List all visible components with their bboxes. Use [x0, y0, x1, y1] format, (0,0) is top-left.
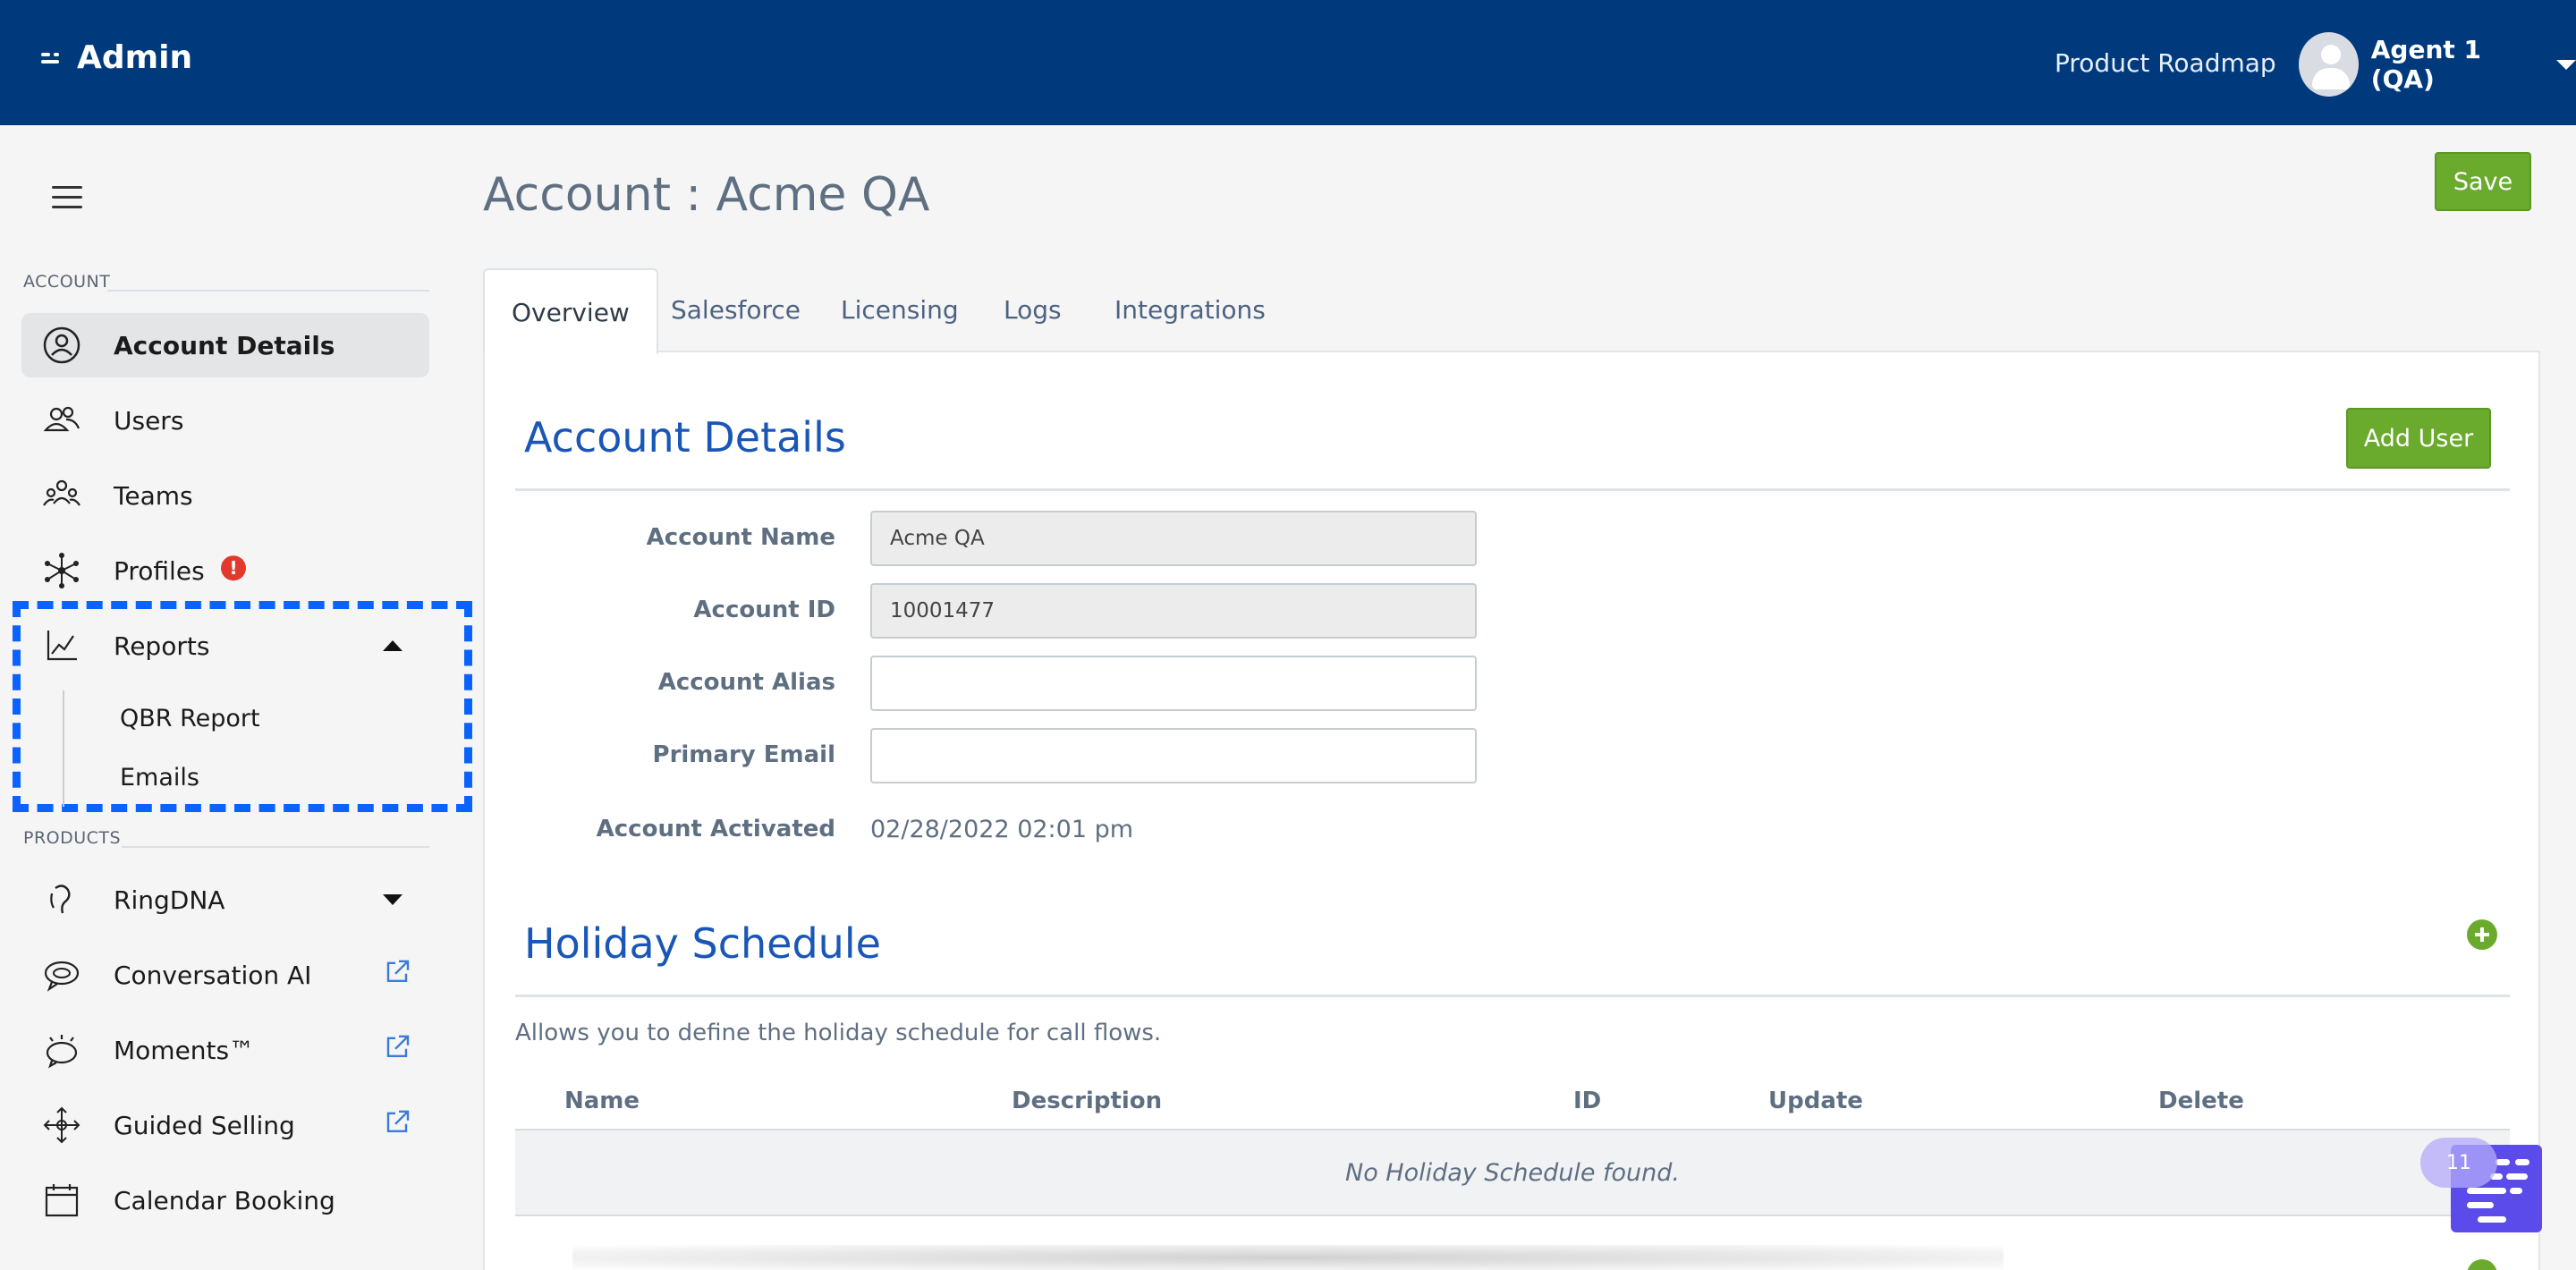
- top-bar: Admin Product Roadmap Agent 1 (QA): [0, 0, 2576, 125]
- products-section-label: PRODUCTS: [23, 828, 122, 848]
- column-header-description: Description: [1012, 1088, 1163, 1114]
- tab-logs[interactable]: Logs: [1004, 268, 1062, 351]
- network-icon: [45, 553, 79, 588]
- column-header-delete: Delete: [2158, 1088, 2244, 1114]
- tab-integrations[interactable]: Integrations: [1114, 268, 1266, 351]
- external-link-icon[interactable]: [383, 1033, 411, 1062]
- account-id-value: 10001477: [890, 599, 996, 622]
- column-header-id: ID: [1573, 1088, 1602, 1114]
- teams-icon: [43, 479, 80, 506]
- primary-email-label: Primary Email: [652, 741, 835, 768]
- primary-email-field[interactable]: [870, 728, 1477, 783]
- user-name: Agent 1 (QA): [2370, 35, 2482, 94]
- chart-line-icon: [47, 631, 77, 661]
- sidebar-item-teams[interactable]: Teams: [21, 463, 429, 528]
- account-activated-value: 02/28/2022 02:01 pm: [870, 816, 1134, 843]
- holiday-schedule-title: Holiday Schedule: [524, 919, 881, 968]
- sidebar-item-moments[interactable]: Moments™: [21, 1018, 429, 1082]
- sidebar-item-label: Guided Selling: [114, 1110, 295, 1140]
- sidebar-item-account-details[interactable]: Account Details: [21, 313, 429, 377]
- users-icon: [43, 406, 80, 432]
- user-menu[interactable]: Agent 1 (QA): [2299, 32, 2576, 97]
- column-header-update: Update: [1768, 1088, 1863, 1114]
- notification-badge: 11: [2420, 1138, 2497, 1188]
- sidebar-item-label: Calendar Booking: [114, 1185, 335, 1215]
- account-alias-field[interactable]: [870, 656, 1477, 711]
- account-name-value: Acme QA: [890, 527, 985, 550]
- account-name-field[interactable]: Acme QA: [870, 511, 1477, 566]
- sidebar-item-label: Profiles: [114, 555, 205, 586]
- account-name-label: Account Name: [646, 524, 835, 551]
- brand[interactable]: Admin: [41, 39, 192, 76]
- sidebar-subitem-qbr-report[interactable]: QBR Report: [120, 705, 260, 732]
- holiday-schedule-description: Allows you to define the holiday schedul…: [515, 1020, 1162, 1046]
- calendar-icon: [45, 1184, 79, 1217]
- sidebar-item-ringdna[interactable]: RingDNA: [21, 868, 429, 932]
- collapse-icon[interactable]: [383, 640, 402, 651]
- sidebar-item-reports[interactable]: Reports: [21, 614, 429, 678]
- tab-salesforce[interactable]: Salesforce: [671, 268, 801, 351]
- user-circle-icon: [43, 326, 80, 364]
- account-alias-label: Account Alias: [657, 669, 835, 696]
- expand-icon[interactable]: [383, 894, 402, 905]
- account-id-label: Account ID: [693, 597, 835, 623]
- moments-icon: [46, 1035, 78, 1069]
- warning-badge: !: [221, 555, 246, 581]
- page-title: Account : Acme QA: [483, 168, 930, 222]
- chat-bubble-icon: [44, 961, 80, 992]
- tab-licensing[interactable]: Licensing: [841, 268, 959, 351]
- sidebar-item-label: Account Details: [114, 330, 335, 360]
- sidebar-item-label: Users: [114, 405, 184, 436]
- sidebar-item-label: RingDNA: [114, 885, 225, 915]
- external-link-icon[interactable]: [383, 1108, 411, 1137]
- tab-overview[interactable]: Overview: [483, 268, 658, 354]
- sidebar-item-guided-selling[interactable]: Guided Selling: [21, 1093, 429, 1157]
- divider: [107, 290, 429, 292]
- menu-toggle-icon[interactable]: [52, 184, 82, 211]
- sidebar-item-profiles[interactable]: Profiles !: [21, 538, 429, 603]
- submenu-guide: [63, 690, 64, 807]
- add-holiday-icon[interactable]: [2467, 919, 2497, 950]
- sidebar-item-label: Conversation AI: [114, 960, 312, 990]
- save-button[interactable]: Save: [2435, 152, 2531, 211]
- sidebar-subitem-emails[interactable]: Emails: [120, 764, 199, 792]
- account-id-field[interactable]: 10001477: [870, 583, 1477, 639]
- add-user-button[interactable]: Add User: [2346, 408, 2491, 469]
- empty-state-text: No Holiday Schedule found.: [1345, 1159, 1680, 1187]
- account-section-label: ACCOUNT: [23, 272, 111, 292]
- divider: [515, 488, 2510, 491]
- move-arrows-icon: [43, 1106, 80, 1144]
- divider: [122, 846, 429, 848]
- sidebar-item-conversation-ai[interactable]: Conversation AI: [21, 943, 429, 1007]
- chevron-down-icon: [2556, 59, 2576, 70]
- table-row: No Holiday Schedule found.: [515, 1129, 2510, 1216]
- external-link-icon[interactable]: [383, 958, 411, 986]
- avatar: [2299, 32, 2359, 97]
- account-activated-label: Account Activated: [596, 816, 835, 842]
- product-roadmap-link[interactable]: Product Roadmap: [2055, 48, 2276, 78]
- brand-title: Admin: [77, 39, 193, 76]
- sidebar-item-label: Moments™: [114, 1035, 255, 1065]
- divider: [515, 995, 2510, 997]
- column-header-name: Name: [564, 1088, 640, 1114]
- brand-logo-icon: [41, 49, 64, 67]
- sidebar-item-calendar-booking[interactable]: Calendar Booking: [21, 1168, 429, 1232]
- shadow: [572, 1245, 2004, 1270]
- sidebar-item-label: Teams: [114, 480, 193, 511]
- ear-icon: [50, 885, 71, 914]
- account-details-title: Account Details: [524, 413, 846, 461]
- sidebar-item-users[interactable]: Users: [21, 388, 429, 453]
- sidebar-item-label: Reports: [114, 631, 210, 661]
